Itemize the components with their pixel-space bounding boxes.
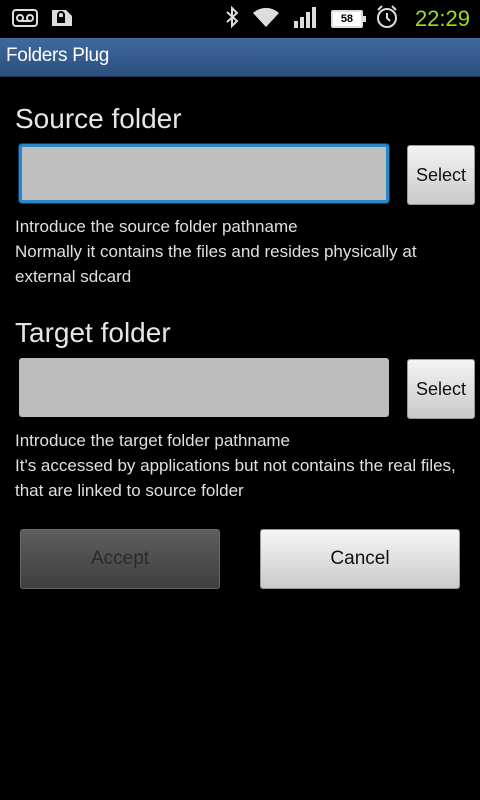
accept-button[interactable]: Accept (20, 529, 220, 589)
clock: 22:29 (414, 6, 470, 31)
app-title-bar: Folders Plug (0, 38, 480, 77)
signal-icon (293, 5, 319, 33)
target-folder-input[interactable] (19, 358, 389, 417)
target-select-button[interactable]: Select (407, 359, 475, 419)
target-folder-input-wrap (19, 358, 389, 417)
source-select-button[interactable]: Select (407, 145, 475, 205)
target-help-line2: It's accessed by applications but not co… (15, 456, 456, 500)
voicemail-icon (12, 7, 38, 33)
battery-icon: 58 (330, 10, 366, 28)
wifi-icon (251, 5, 281, 33)
target-folder-heading: Target folder (15, 317, 171, 348)
source-help-line2: Normally it contains the files and resid… (15, 242, 417, 286)
source-help-text: Introduce the source folder pathname Nor… (15, 214, 465, 289)
target-help-line1: Introduce the target folder pathname (15, 431, 291, 450)
source-folder-input-wrap (19, 144, 389, 203)
source-folder-heading: Source folder (15, 103, 182, 134)
bluetooth-icon (225, 5, 239, 33)
target-help-text: Introduce the target folder pathname It'… (15, 428, 465, 503)
source-help-line1: Introduce the source folder pathname (15, 217, 298, 236)
app-title: Folders Plug (6, 45, 110, 66)
status-bar: 58 22:29 (0, 0, 480, 38)
battery-level: 58 (340, 13, 354, 25)
source-folder-input[interactable] (22, 147, 386, 200)
cancel-button[interactable]: Cancel (260, 529, 460, 589)
lock-icon (50, 7, 74, 33)
alarm-icon (375, 4, 399, 34)
